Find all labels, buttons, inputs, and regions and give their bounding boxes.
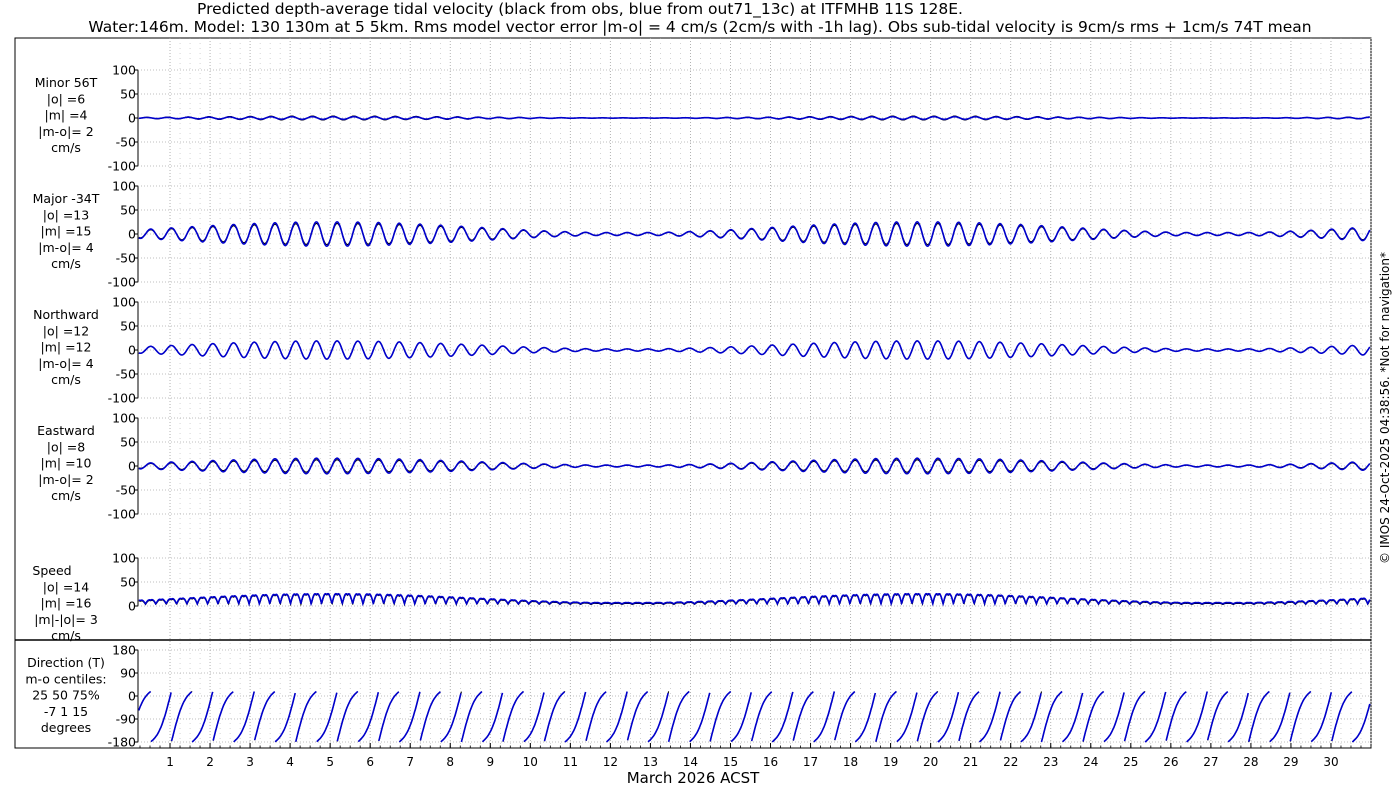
panel-label-north: cm/s xyxy=(51,372,81,387)
y-tick-label: 0 xyxy=(128,459,136,474)
x-tick-label: 6 xyxy=(366,755,374,769)
y-tick-label: -180 xyxy=(108,735,136,750)
x-tick-label: 20 xyxy=(923,755,938,769)
panel-label-dir: -7 1 15 xyxy=(44,704,88,719)
panel-label-speed: Speed xyxy=(32,563,71,578)
x-tick-label: 2 xyxy=(206,755,214,769)
series-model-minor xyxy=(138,115,1370,121)
panel-label-east: Eastward xyxy=(37,423,95,438)
y-tick-label: -100 xyxy=(108,507,136,522)
panel-label-north: Northward xyxy=(33,307,99,322)
x-tick-label: 22 xyxy=(1003,755,1018,769)
x-tick-label: 17 xyxy=(803,755,818,769)
x-tick-label: 5 xyxy=(326,755,334,769)
panel-label-north: |o| =12 xyxy=(43,323,89,338)
panel-label-major: |o| =13 xyxy=(43,207,89,222)
y-tick-label: 50 xyxy=(120,87,136,102)
y-tick-label: 100 xyxy=(112,63,136,78)
x-tick-label: 23 xyxy=(1043,755,1058,769)
panel-label-major: Major -34T xyxy=(33,191,100,206)
panel-label-east: |m-o|= 2 xyxy=(38,472,93,487)
panel-label-minor: |m-o|= 2 xyxy=(38,124,93,139)
y-tick-label: 50 xyxy=(120,319,136,334)
panel-label-speed: cm/s xyxy=(51,628,81,643)
x-tick-label: 10 xyxy=(523,755,538,769)
y-tick-label: -50 xyxy=(116,135,136,150)
panel-label-dir: m-o centiles: xyxy=(25,671,106,686)
y-tick-label: -100 xyxy=(108,391,136,406)
x-tick-label: 1 xyxy=(166,755,174,769)
x-tick-label: 12 xyxy=(603,755,618,769)
y-tick-label: -100 xyxy=(108,159,136,174)
panel-label-speed: |o| =14 xyxy=(43,579,89,594)
x-tick-label: 28 xyxy=(1243,755,1258,769)
panel-label-dir: Direction (T) xyxy=(27,655,105,670)
y-tick-label: 50 xyxy=(120,203,136,218)
panel-label-minor: |m| =4 xyxy=(45,108,88,123)
panel-label-north: |m| =12 xyxy=(41,340,92,355)
x-tick-label: 8 xyxy=(446,755,454,769)
y-tick-label: 0 xyxy=(128,599,136,614)
x-tick-label: 11 xyxy=(563,755,578,769)
series-model-dir xyxy=(138,690,1371,743)
plot-frame xyxy=(14,37,1372,749)
y-tick-label: 100 xyxy=(112,411,136,426)
x-tick-label: 4 xyxy=(286,755,294,769)
x-tick-label: 29 xyxy=(1283,755,1298,769)
panel-label-minor: cm/s xyxy=(51,140,81,155)
x-tick-label: 30 xyxy=(1323,755,1338,769)
x-tick-label: 3 xyxy=(246,755,254,769)
y-tick-label: 0 xyxy=(128,343,136,358)
x-tick-label: 19 xyxy=(883,755,898,769)
y-tick-label: -50 xyxy=(116,483,136,498)
x-tick-label: 7 xyxy=(406,755,414,769)
y-tick-label: 100 xyxy=(112,551,136,566)
y-tick-label: 50 xyxy=(120,575,136,590)
y-tick-label: 0 xyxy=(128,227,136,242)
panel-label-dir: 25 50 75% xyxy=(32,688,100,703)
panel-label-dir: degrees xyxy=(41,720,91,735)
x-tick-label: 27 xyxy=(1203,755,1218,769)
y-tick-label: 180 xyxy=(112,643,136,658)
tidal-velocity-figure: 100500-50-100Minor 56T|o| =6|m| =4|m-o|=… xyxy=(14,37,1372,787)
y-tick-label: 50 xyxy=(120,435,136,450)
panel-label-major: cm/s xyxy=(51,256,81,271)
y-tick-label: 100 xyxy=(112,295,136,310)
y-tick-label: 90 xyxy=(120,666,136,681)
panel-label-east: |o| =8 xyxy=(47,439,86,454)
x-tick-label: 18 xyxy=(843,755,858,769)
y-tick-label: -90 xyxy=(116,712,136,727)
y-tick-label: 0 xyxy=(128,689,136,704)
x-tick-label: 9 xyxy=(486,755,494,769)
panel-label-north: |m-o|= 4 xyxy=(38,356,93,371)
panel-label-east: cm/s xyxy=(51,488,81,503)
y-tick-label: 0 xyxy=(128,111,136,126)
y-tick-label: -50 xyxy=(116,251,136,266)
x-tick-label: 24 xyxy=(1083,755,1098,769)
x-axis-label: March 2026 ACST xyxy=(627,769,760,787)
x-tick-label: 16 xyxy=(763,755,778,769)
panel-label-speed: |m|-|o|= 3 xyxy=(34,612,98,627)
x-tick-label: 13 xyxy=(643,755,658,769)
panel-label-east: |m| =10 xyxy=(41,456,92,471)
y-tick-label: 100 xyxy=(112,179,136,194)
y-tick-label: -50 xyxy=(116,367,136,382)
x-tick-label: 14 xyxy=(683,755,698,769)
panel-label-minor: Minor 56T xyxy=(35,75,98,90)
panel-label-speed: |m| =16 xyxy=(41,596,92,611)
x-tick-label: 15 xyxy=(723,755,738,769)
x-tick-label: 25 xyxy=(1123,755,1138,769)
series-model-speed xyxy=(138,592,1371,607)
panel-label-minor: |o| =6 xyxy=(47,91,86,106)
y-tick-label: -100 xyxy=(108,275,136,290)
x-tick-label: 21 xyxy=(963,755,978,769)
x-tick-label: 26 xyxy=(1163,755,1178,769)
panel-label-major: |m-o|= 4 xyxy=(38,240,93,255)
panel-label-major: |m| =15 xyxy=(41,224,92,239)
